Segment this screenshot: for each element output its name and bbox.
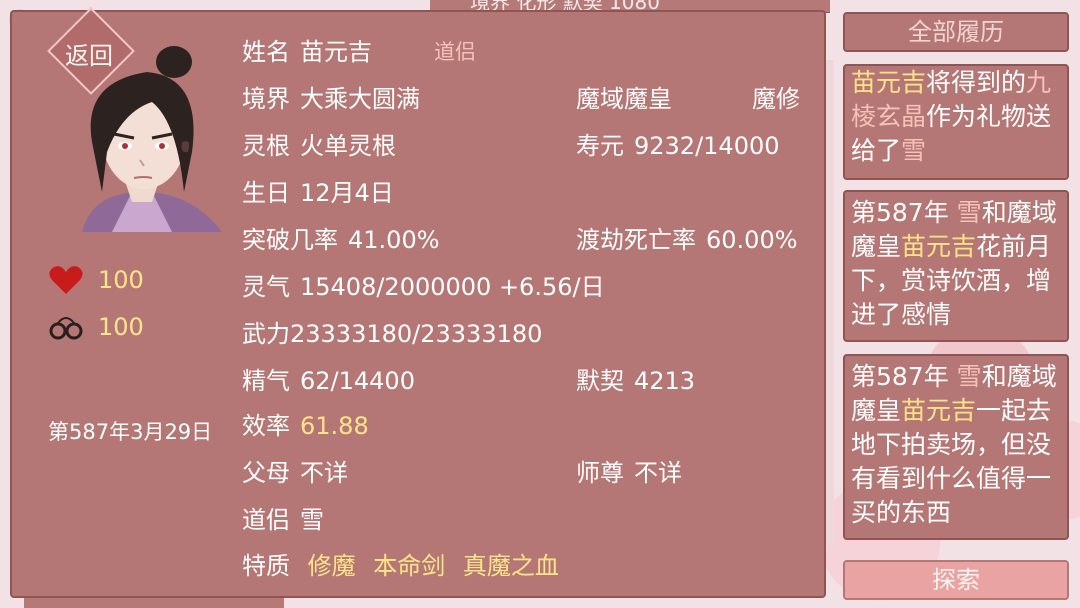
qi-value: 15408/2000000 +6.56/日 bbox=[300, 273, 605, 301]
realm-field: 境界 大乘大圆满 bbox=[242, 79, 420, 114]
title-value: 魔域魔皇 bbox=[576, 85, 672, 113]
master-label: 师尊 bbox=[576, 459, 624, 487]
bond-row: 100 bbox=[48, 312, 144, 342]
essence-field: 精气 62/14400 bbox=[242, 361, 415, 396]
hp-value: 100 bbox=[98, 266, 144, 294]
log-text-segment: 将得到的 bbox=[926, 68, 1027, 97]
partner-label: 道侣 bbox=[242, 506, 290, 534]
trait-item[interactable]: 本命剑 bbox=[373, 552, 445, 580]
all-history-label: 全部履历 bbox=[908, 18, 1004, 46]
qi-label: 灵气 bbox=[242, 273, 290, 301]
log-text-segment: 苗元吉 bbox=[901, 232, 977, 261]
log-text-segment: 苗元吉 bbox=[851, 68, 927, 97]
name-field: 姓名 苗元吉 bbox=[242, 32, 372, 67]
log-text-segment: 雪 bbox=[901, 136, 927, 165]
tribulation-label: 渡劫死亡率 bbox=[576, 226, 696, 254]
tribulation-field: 渡劫死亡率 60.00% bbox=[576, 220, 798, 255]
name-value: 苗元吉 bbox=[300, 38, 372, 66]
realm-label: 境界 bbox=[242, 85, 290, 113]
breakthrough-label: 突破几率 bbox=[242, 226, 338, 254]
path-value: 魔修 bbox=[752, 85, 800, 113]
essence-value: 62/14400 bbox=[300, 367, 415, 395]
force-value: 23333180/23333180 bbox=[290, 320, 543, 348]
force-label: 武力 bbox=[242, 320, 290, 348]
parents-label: 父母 bbox=[242, 459, 290, 487]
life-value: 9232/14000 bbox=[634, 132, 780, 160]
log-entry-1: 苗元吉将得到的九棱玄晶作为礼物送给了雪 bbox=[843, 64, 1069, 180]
log-text-segment: 苗元吉 bbox=[901, 396, 977, 425]
parents-field: 父母 不详 bbox=[242, 453, 348, 488]
efficiency-field: 效率 61.88 bbox=[242, 406, 369, 441]
log-text-segment: 雪 bbox=[956, 362, 982, 391]
tacit-label: 默契 bbox=[576, 367, 624, 395]
qi-field: 灵气 15408/2000000 +6.56/日 bbox=[242, 267, 605, 302]
master-field: 师尊 不详 bbox=[576, 453, 682, 488]
role-tag: 道侣 bbox=[434, 40, 476, 64]
trait-item[interactable]: 真魔之血 bbox=[463, 552, 559, 580]
log-entry-3: 第587年 雪和魔域魔皇苗元吉一起去地下拍卖场，但没有看到什么值得一买的东西 bbox=[843, 354, 1069, 540]
birthday-label: 生日 bbox=[242, 179, 290, 207]
heart-icon bbox=[49, 266, 83, 294]
explore-button[interactable]: 探索 bbox=[843, 560, 1069, 600]
log-text-segment: 第587年 bbox=[851, 362, 957, 391]
log-text-segment: 第587年 bbox=[851, 198, 957, 227]
life-field: 寿元 9232/14000 bbox=[576, 126, 780, 161]
partner-field: 道侣雪 bbox=[242, 500, 324, 535]
partner-value: 雪 bbox=[300, 506, 324, 534]
all-history-button[interactable]: 全部履历 bbox=[843, 12, 1069, 52]
root-field: 灵根 火单灵根 bbox=[242, 126, 396, 161]
parents-value: 不详 bbox=[300, 459, 348, 487]
breakthrough-field: 突破几率 41.00% bbox=[242, 220, 440, 255]
bond-value: 100 bbox=[98, 313, 144, 341]
log-text-segment: 雪 bbox=[956, 198, 982, 227]
handcuffs-icon bbox=[49, 317, 83, 340]
traits-field: 特质 修魔 本命剑 真魔之血 bbox=[242, 546, 559, 581]
name-label: 姓名 bbox=[242, 38, 290, 66]
breakthrough-value: 41.00% bbox=[348, 226, 440, 254]
efficiency-label: 效率 bbox=[242, 412, 290, 440]
traits-label: 特质 bbox=[242, 552, 290, 580]
force-field: 武力23333180/23333180 bbox=[242, 314, 542, 349]
master-value: 不详 bbox=[634, 459, 682, 487]
birthday-field: 生日 12月4日 bbox=[242, 173, 394, 208]
essence-label: 精气 bbox=[242, 367, 290, 395]
birthday-value: 12月4日 bbox=[300, 179, 394, 207]
tacit-field: 默契 4213 bbox=[576, 361, 695, 396]
root-value: 火单灵根 bbox=[300, 132, 396, 160]
hp-row: 100 bbox=[48, 265, 144, 295]
character-portrait bbox=[82, 46, 222, 232]
realm-value: 大乘大圆满 bbox=[300, 85, 420, 113]
root-label: 灵根 bbox=[242, 132, 290, 160]
date-text: 第587年3月29日 bbox=[48, 420, 213, 444]
life-label: 寿元 bbox=[576, 132, 624, 160]
efficiency-value: 61.88 bbox=[300, 412, 369, 440]
explore-label: 探索 bbox=[932, 566, 980, 594]
tribulation-value: 60.00% bbox=[706, 226, 798, 254]
log-entry-2: 第587年 雪和魔域魔皇苗元吉花前月下，赏诗饮酒，增进了感情 bbox=[843, 190, 1069, 342]
character-panel: 返回 100 100 第587年3月29日 姓名 苗元吉 道侣 境界 大乘大圆满… bbox=[10, 7, 826, 598]
trait-item[interactable]: 修魔 bbox=[308, 552, 356, 580]
log-scrollbar[interactable] bbox=[826, 60, 834, 550]
tacit-value: 4213 bbox=[634, 367, 696, 395]
